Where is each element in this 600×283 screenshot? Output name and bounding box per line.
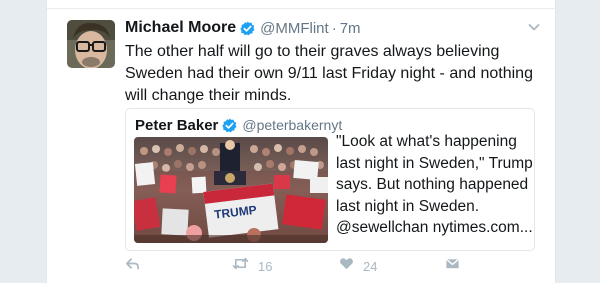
- heart-icon: [339, 256, 354, 276]
- retweet-count: 16: [258, 258, 273, 274]
- quoted-text-line: @sewellchan nytimes.com...: [336, 219, 533, 236]
- quoted-tweet-text: "Look at what's happening last night in …: [336, 131, 533, 239]
- author-name[interactable]: Michael Moore: [125, 19, 236, 37]
- quoted-text-line: says. But nothing happened: [336, 176, 529, 193]
- like-button[interactable]: 24: [339, 256, 377, 276]
- quoted-tweet-header: Peter Baker @peterbakernyt: [135, 113, 342, 137]
- tweet-text: The other half will go to their graves a…: [125, 43, 533, 104]
- quoted-text-line: last night in Sweden.: [336, 197, 480, 215]
- avatar[interactable]: [67, 20, 115, 68]
- header-separator: ·: [331, 19, 337, 37]
- like-count: 24: [363, 258, 378, 274]
- quoted-author-handle[interactable]: @peterbakernyt: [242, 117, 342, 133]
- tweet-header: Michael Moore @MMFlint · 7m: [125, 17, 361, 39]
- verified-badge-icon: [222, 117, 237, 133]
- tweet-timestamp[interactable]: 7m: [340, 20, 361, 37]
- retweet-icon: [232, 256, 249, 276]
- envelope-icon: [445, 256, 460, 276]
- quoted-photo-rally[interactable]: TRUMP: [134, 137, 328, 243]
- quoted-tweet[interactable]: Peter Baker @peterbakernyt TRUMP "Look a…: [125, 108, 535, 251]
- reply-button[interactable]: [125, 256, 140, 276]
- quoted-author-name[interactable]: Peter Baker: [135, 117, 218, 134]
- author-handle[interactable]: @MMFlint: [260, 20, 329, 37]
- tweet-actions: 16 24: [125, 256, 545, 276]
- tweet-card[interactable]: Michael Moore @MMFlint · 7m The other ha…: [46, 0, 556, 283]
- retweet-button[interactable]: 16: [232, 256, 272, 276]
- card-top-edge: [47, 0, 555, 9]
- direct-message-button[interactable]: [445, 256, 460, 276]
- reply-icon: [125, 256, 140, 276]
- verified-badge-icon: [240, 20, 255, 36]
- quoted-text-line: last night in Sweden," Trump: [336, 154, 533, 172]
- quoted-text-line: "Look at what's happening: [336, 133, 517, 150]
- chevron-down-icon[interactable]: [527, 20, 541, 34]
